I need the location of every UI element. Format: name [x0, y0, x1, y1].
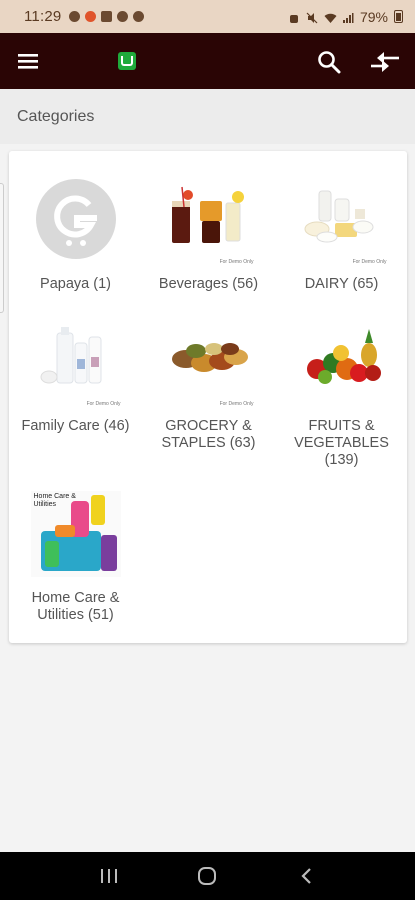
drawer-handle[interactable]: [0, 183, 4, 313]
alarm-icon: [288, 11, 300, 23]
category-tile-family-care[interactable]: For Demo Only Family Care (46): [9, 319, 142, 435]
demo-tag: For Demo Only: [219, 259, 254, 265]
app-logo-icon: [118, 52, 136, 70]
category-tile-fruits-vegetables[interactable]: FRUITS & VEGETABLES (139): [275, 319, 408, 469]
section-title: Categories: [17, 107, 95, 125]
category-tile-papaya[interactable]: Papaya (1): [9, 177, 142, 293]
mute-icon: [306, 11, 318, 23]
search-icon: [318, 51, 341, 74]
demo-tag: For Demo Only: [219, 401, 254, 407]
category-image: Home Care & Utilities: [30, 491, 121, 577]
category-image: For Demo Only: [164, 319, 254, 407]
recents-button[interactable]: [79, 856, 139, 896]
category-tile-home-care[interactable]: Home Care & Utilities Home Care & Utilit…: [9, 491, 142, 624]
system-icons: 79%: [288, 9, 403, 25]
category-image: [297, 319, 387, 405]
beverages-image: [171, 186, 244, 243]
family-care-image: [40, 327, 101, 384]
category-label: Family Care (46): [21, 418, 130, 434]
category-label: Home Care & Utilities (51): [31, 590, 120, 623]
grocery-staples-image: [171, 343, 248, 372]
hamburger-menu-icon: [18, 54, 38, 69]
battery-percent: 79%: [359, 8, 388, 25]
signal-icon: [342, 11, 354, 23]
location-icon: [69, 11, 81, 22]
category-image: [31, 177, 121, 263]
search-button[interactable]: [306, 39, 352, 85]
home-button[interactable]: [177, 856, 237, 896]
category-label: Beverages (56): [158, 276, 259, 292]
app-bar: [0, 33, 415, 89]
category-tile-dairy[interactable]: For Demo Only DAIRY (65): [275, 177, 408, 293]
recents-icon: [101, 869, 118, 883]
categories-grid: Papaya (1) For Demo Only Beverages (56): [9, 151, 407, 643]
back-button[interactable]: [276, 856, 336, 896]
category-label: Papaya (1): [40, 276, 111, 292]
wifi-icon: [324, 11, 337, 23]
facebook-icon: [117, 11, 129, 22]
status-time: 11:29: [24, 8, 62, 25]
battery-icon: [394, 10, 403, 23]
swap-arrows-icon: [371, 52, 399, 72]
category-tile-grocery-staples[interactable]: For Demo Only GROCERY & STAPLES (63): [142, 319, 275, 452]
demo-tag: For Demo Only: [352, 259, 387, 265]
fire-icon: [85, 11, 97, 22]
category-tile-beverages[interactable]: For Demo Only Beverages (56): [142, 177, 275, 293]
menu-button[interactable]: [0, 33, 56, 89]
fruits-vegetables-image: [306, 329, 381, 384]
facebook-icon: [133, 11, 145, 22]
switch-button[interactable]: [362, 39, 408, 85]
demo-tag: For Demo Only: [86, 401, 121, 407]
section-header: Categories: [0, 89, 415, 144]
category-label: FRUITS & VEGETABLES (139): [294, 418, 389, 468]
placeholder-logo-icon: [35, 179, 116, 259]
category-image: For Demo Only: [164, 177, 254, 265]
status-bar: 11:29 79%: [0, 0, 415, 33]
system-nav-bar: [0, 852, 415, 900]
category-label: GROCERY & STAPLES (63): [161, 418, 256, 451]
back-icon: [301, 868, 311, 884]
gallery-icon: [101, 11, 113, 22]
category-image: For Demo Only: [31, 319, 121, 407]
home-care-image-text: Home Care & Utilities: [33, 493, 76, 508]
category-label: DAIRY (65): [304, 276, 379, 292]
home-icon: [198, 867, 217, 885]
notification-icons: [69, 11, 145, 22]
category-image: For Demo Only: [297, 177, 387, 265]
dairy-image: [304, 190, 373, 243]
